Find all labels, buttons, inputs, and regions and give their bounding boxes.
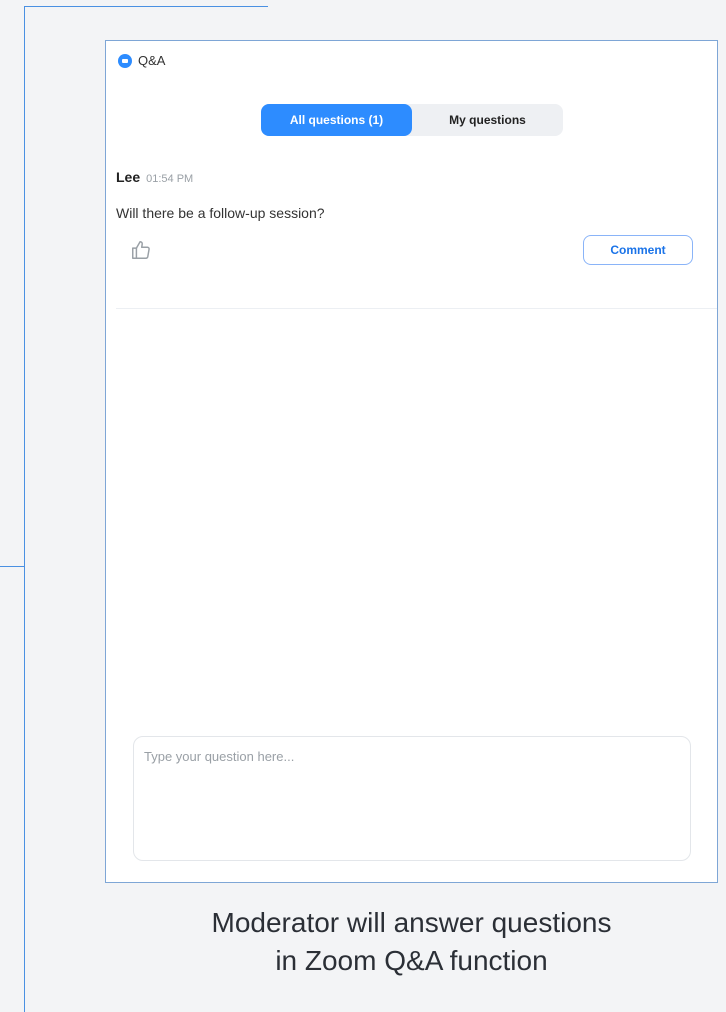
- decorative-line-left-tick: [0, 566, 25, 567]
- question-text: Will there be a follow-up session?: [116, 205, 325, 221]
- decorative-line-left-upper: [24, 6, 25, 566]
- question-input-box: [133, 736, 691, 861]
- decorative-line-left-lower: [24, 566, 25, 1012]
- question-time: 01:54 PM: [146, 173, 194, 185]
- decorative-line-top: [24, 6, 268, 7]
- question-actions: Comment: [116, 235, 707, 265]
- window-title: Q&A: [138, 53, 166, 68]
- question-item: Lee 01:54 PM Will there be a follow-up s…: [116, 169, 707, 265]
- question-divider: [116, 308, 717, 309]
- question-author: Lee: [116, 169, 141, 185]
- thumbs-up-icon[interactable]: [130, 239, 152, 261]
- caption-line-1: Moderator will answer questions: [211, 907, 612, 938]
- question-header: Lee 01:54 PM: [116, 169, 707, 185]
- zoom-app-icon: [118, 53, 132, 68]
- caption: Moderator will answer questions in Zoom …: [105, 904, 718, 980]
- comment-button[interactable]: Comment: [583, 235, 693, 265]
- window-titlebar: Q&A: [118, 53, 165, 68]
- tab-all-questions[interactable]: All questions (1): [261, 104, 412, 136]
- caption-line-2: in Zoom Q&A function: [275, 945, 548, 976]
- qa-window: Q&A All questions (1) My questions Lee 0…: [105, 40, 718, 883]
- question-tabs: All questions (1) My questions: [261, 104, 563, 136]
- tab-my-questions[interactable]: My questions: [412, 104, 563, 136]
- question-input[interactable]: [134, 737, 690, 860]
